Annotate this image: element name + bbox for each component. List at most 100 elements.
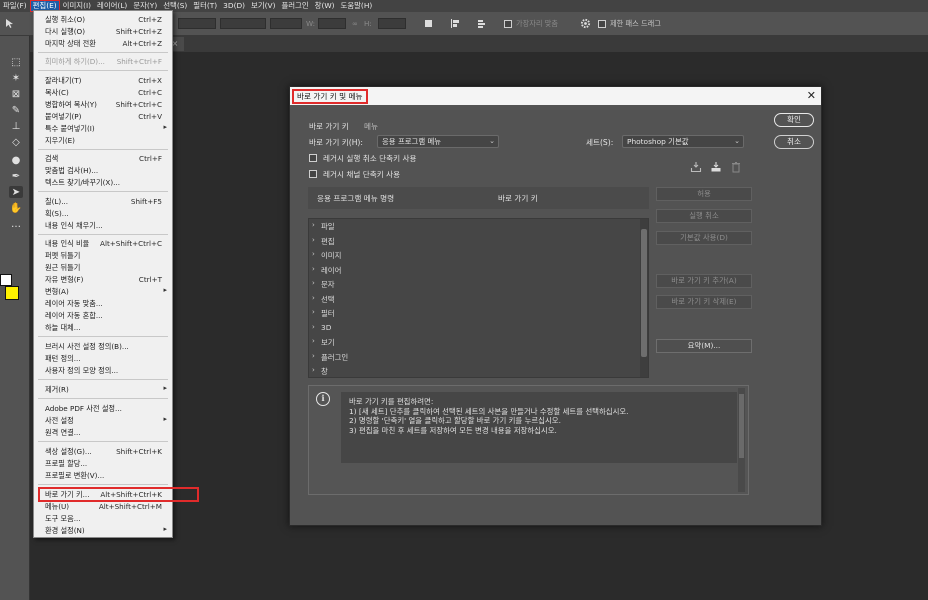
scrollbar-thumb[interactable] — [641, 229, 647, 357]
path-operations-icon[interactable] — [424, 18, 435, 29]
menu-item-perspective-warp[interactable]: 원근 뒤틀기 — [34, 262, 172, 273]
list-item[interactable]: › 파일 — [309, 219, 639, 233]
menu-item-transform[interactable]: 변형(A) ▸ — [34, 286, 172, 297]
menu-view[interactable]: 보기(V) — [248, 0, 278, 12]
foreground-color-swatch[interactable] — [0, 274, 12, 286]
stroke-width-field[interactable] — [220, 18, 266, 29]
list-item[interactable]: › 선택 — [309, 292, 639, 306]
menu-item-adobe-pdf-presets[interactable]: Adobe PDF 사전 설정... — [34, 403, 172, 414]
shortcuts-for-select[interactable]: 응용 프로그램 메뉴 ⌄ — [377, 135, 499, 148]
list-item[interactable]: › 편집 — [309, 234, 639, 248]
use-default-button[interactable]: 기본값 사용(D) — [656, 231, 752, 245]
menu-item-puppet-warp[interactable]: 퍼펫 뒤틀기 — [34, 250, 172, 261]
background-color-swatch[interactable] — [5, 286, 19, 300]
blur-tool-icon[interactable]: ● — [9, 154, 23, 166]
tab-shortcuts[interactable]: 바로 가기 키 — [309, 121, 349, 132]
legacy-channel-checkbox[interactable] — [309, 170, 317, 178]
menu-item-auto-align-layers[interactable]: 레이어 자동 맞춤... — [34, 298, 172, 309]
delete-shortcut-button[interactable]: 바로 가기 키 삭제(E) — [656, 295, 752, 309]
menu-item-fade[interactable]: 희미하게 하기(D)... Shift+Ctrl+F — [34, 56, 172, 67]
fill-field[interactable] — [178, 18, 216, 29]
menu-item-copy[interactable]: 복사(C) Ctrl+C — [34, 87, 172, 98]
menu-item-find-replace-text[interactable]: 텍스트 찾기/바꾸기(X)... — [34, 177, 172, 188]
menu-plugins[interactable]: 플러그인 — [278, 0, 311, 12]
list-item[interactable]: › 플러그인 — [309, 350, 639, 364]
menu-item-menus[interactable]: 메뉴(U) Alt+Shift+Ctrl+M — [34, 501, 172, 512]
link-icon[interactable]: ∞ — [352, 19, 358, 28]
pointer-tool-icon[interactable] — [4, 18, 15, 29]
menu-item-presets[interactable]: 사전 설정 ▸ — [34, 415, 172, 426]
stroke-type-select[interactable] — [270, 18, 302, 29]
menu-filter[interactable]: 필터(T) — [190, 0, 220, 12]
list-item[interactable]: › 이미지 — [309, 248, 639, 262]
menu-item-free-transform[interactable]: 자유 변형(F) Ctrl+T — [34, 274, 172, 285]
brush-tool-icon[interactable]: ✎ — [9, 104, 23, 116]
menu-item-toolbar[interactable]: 도구 모음... — [34, 513, 172, 524]
list-item[interactable]: › 창 — [309, 364, 639, 378]
list-item[interactable]: › 3D — [309, 321, 639, 335]
tab-menus[interactable]: 메뉴 — [364, 121, 378, 132]
width-field[interactable] — [318, 18, 346, 29]
constrain-path-checkbox[interactable] — [598, 20, 606, 28]
menu-item-redo[interactable]: 다시 실행(O) Shift+Ctrl+Z — [34, 26, 172, 37]
frame-tool-icon[interactable]: ⊠ — [9, 88, 23, 100]
hand-tool-icon[interactable]: ✋ — [9, 202, 23, 214]
list-item[interactable]: › 문자 — [309, 277, 639, 291]
menu-item-assign-profile[interactable]: 프로필 할당... — [34, 458, 172, 469]
menu-item-paste-special[interactable]: 특수 붙여넣기(I) ▸ — [34, 123, 172, 134]
accept-button[interactable]: 허용 — [656, 187, 752, 201]
eraser-tool-icon[interactable]: ◇ — [9, 136, 23, 148]
ok-button[interactable]: 확인 — [774, 113, 814, 127]
menu-item-content-aware-scale[interactable]: 내용 인식 비율 Alt+Shift+Ctrl+C — [34, 238, 172, 249]
gear-icon[interactable] — [580, 18, 591, 29]
save-set-icon[interactable] — [690, 161, 702, 173]
list-item[interactable]: › 보기 — [309, 335, 639, 349]
menu-item-cut[interactable]: 잘라내기(T) Ctrl+X — [34, 75, 172, 86]
new-set-icon[interactable] — [710, 161, 722, 173]
menu-item-define-pattern[interactable]: 패턴 정의... — [34, 353, 172, 364]
align-edges-checkbox[interactable] — [504, 20, 512, 28]
trash-icon[interactable] — [730, 161, 742, 173]
menu-item-stroke[interactable]: 획(S)... — [34, 208, 172, 219]
list-item[interactable]: › 필터 — [309, 306, 639, 320]
menu-item-define-custom-shape[interactable]: 사용자 정의 모양 정의... — [34, 365, 172, 376]
menu-item-check-spelling[interactable]: 맞춤법 검사(H)... — [34, 165, 172, 176]
set-select[interactable]: Photoshop 기본값 ⌄ — [622, 135, 744, 148]
marquee-tool-icon[interactable]: ⬚ — [9, 56, 23, 68]
list-scrollbar[interactable] — [640, 219, 648, 377]
menu-item-purge[interactable]: 제거(R) ▸ — [34, 384, 172, 395]
list-item[interactable]: › 레이어 — [309, 263, 639, 277]
menu-item-clear[interactable]: 지우기(E) — [34, 135, 172, 146]
menu-item-undo[interactable]: 실행 취소(O) Ctrl+Z — [34, 14, 172, 25]
menu-item-remote-connections[interactable]: 원격 연결... — [34, 427, 172, 438]
magic-wand-tool-icon[interactable]: ✶ — [9, 72, 23, 84]
info-scrollbar[interactable] — [738, 388, 745, 492]
menu-file[interactable]: 파일(F) — [0, 0, 30, 12]
path-alignment-icon[interactable] — [450, 18, 461, 29]
menu-item-paste[interactable]: 붙여넣기(P) Ctrl+V — [34, 111, 172, 122]
menu-item-sky-replacement[interactable]: 하늘 대체... — [34, 322, 172, 333]
menu-item-content-aware-fill[interactable]: 내용 인식 채우기... — [34, 220, 172, 231]
path-selection-tool-icon[interactable]: ➤ — [9, 186, 23, 198]
menu-item-auto-blend-layers[interactable]: 레이어 자동 혼합... — [34, 310, 172, 321]
menu-item-color-settings[interactable]: 색상 설정(G)... Shift+Ctrl+K — [34, 446, 172, 457]
stamp-tool-icon[interactable]: ⊥ — [9, 120, 23, 132]
menu-item-toggle-last-state[interactable]: 마지막 상태 전환 Alt+Ctrl+Z — [34, 38, 172, 49]
menu-window[interactable]: 창(W) — [312, 0, 338, 12]
legacy-undo-checkbox[interactable] — [309, 154, 317, 162]
menu-3d[interactable]: 3D(D) — [220, 0, 248, 12]
menu-item-preferences[interactable]: 환경 설정(N) ▸ — [34, 525, 172, 536]
menu-item-fill[interactable]: 칠(L)... Shift+F5 — [34, 196, 172, 207]
menu-item-convert-to-profile[interactable]: 프로필로 변환(V)... — [34, 470, 172, 481]
add-shortcut-button[interactable]: 바로 가기 키 추가(A) — [656, 274, 752, 288]
menu-item-copy-merged[interactable]: 병합하여 복사(Y) Shift+Ctrl+C — [34, 99, 172, 110]
height-field[interactable] — [378, 18, 406, 29]
menu-item-define-brush-preset[interactable]: 브러시 사전 설정 정의(B)... — [34, 341, 172, 352]
undo-button[interactable]: 실행 취소 — [656, 209, 752, 223]
summarize-button[interactable]: 요약(M)... — [656, 339, 752, 353]
menu-item-search[interactable]: 검색 Ctrl+F — [34, 153, 172, 164]
pen-tool-icon[interactable]: ✒ — [9, 170, 23, 182]
menu-help[interactable]: 도움말(H) — [338, 0, 376, 12]
cancel-button[interactable]: 취소 — [774, 135, 814, 149]
path-arrangement-icon[interactable] — [476, 18, 487, 29]
